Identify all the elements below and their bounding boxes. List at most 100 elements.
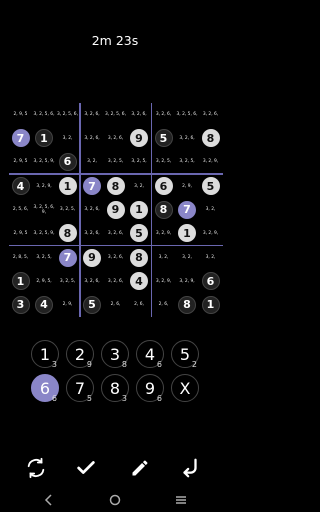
board-cell[interactable]: 3, 2, 5, 9,	[33, 222, 56, 245]
board-cell[interactable]: 8	[176, 293, 199, 316]
board-cell[interactable]: 6	[152, 175, 175, 198]
board-cell[interactable]: 5	[199, 175, 222, 198]
board-cell[interactable]: 3, 2, 5,	[33, 246, 56, 269]
board-cell[interactable]: 2, 9,	[56, 293, 79, 316]
sudoku-board[interactable]: 2, 9, 5 3, 2, 5, 6, 3, 2, 5, 6, 3, 2, 6, 3, …	[9, 103, 223, 317]
board-cell[interactable]: 1	[9, 270, 32, 293]
board-cell[interactable]: 3, 2,	[81, 150, 104, 173]
board-cell[interactable]: 3, 2,	[199, 246, 222, 269]
board-cell[interactable]: 3, 2,	[128, 175, 151, 198]
erase-key[interactable]: X	[171, 374, 199, 402]
board-cell[interactable]: 7	[9, 127, 32, 150]
board-cell[interactable]: 5	[128, 222, 151, 245]
board-cell[interactable]: 9	[104, 198, 127, 221]
home-nav-button[interactable]	[107, 492, 123, 508]
board-cell[interactable]: 3, 2, 9,	[199, 222, 222, 245]
board-cell[interactable]: 3, 2, 6,	[104, 127, 127, 150]
board-cell[interactable]: 3, 2, 6,	[81, 270, 104, 293]
board-cell[interactable]: 8	[56, 222, 79, 245]
board-cell[interactable]: 3, 2, 5,	[128, 150, 151, 173]
board-cell[interactable]: 3, 2,	[176, 246, 199, 269]
board-cell[interactable]: 3, 2, 6,	[104, 222, 127, 245]
board-cell[interactable]: 3, 2, 6,	[104, 246, 127, 269]
board-cell[interactable]: 3, 2, 6,	[128, 103, 151, 126]
board-cell[interactable]: 3, 2, 6,	[176, 127, 199, 150]
recents-nav-button[interactable]	[173, 492, 189, 508]
key-label: 8	[109, 378, 121, 398]
board-cell[interactable]: 8	[128, 246, 151, 269]
board-cell[interactable]: 6	[56, 150, 79, 173]
rotate-button[interactable]	[24, 456, 48, 480]
board-cell[interactable]: 3, 2, 6,	[81, 103, 104, 126]
board-cell[interactable]: 1	[33, 127, 56, 150]
number-key-2[interactable]: 29	[66, 340, 94, 369]
board-cell[interactable]: 3, 2, 5, 6,	[104, 103, 127, 126]
board-cell[interactable]: 9	[128, 127, 151, 150]
board-cell[interactable]: 3, 2, 6,	[81, 127, 104, 150]
board-cell[interactable]: 1	[128, 198, 151, 221]
board-cell[interactable]: 7	[176, 198, 199, 221]
board-cell[interactable]: 3, 2, 9,	[199, 150, 222, 173]
board-cell[interactable]: 7	[56, 246, 79, 269]
board-cell[interactable]: 8	[104, 175, 127, 198]
board-cell[interactable]: 2, 9, 5	[9, 103, 32, 126]
board-cell[interactable]: 2, 6,	[104, 293, 127, 316]
check-button[interactable]	[74, 456, 98, 480]
board-cell[interactable]: 3, 2, 5, 6, 9,	[33, 198, 56, 221]
board-cell[interactable]: 3, 2, 9,	[176, 270, 199, 293]
board-cell[interactable]: 3, 2, 5, 9,	[33, 150, 56, 173]
board-cell[interactable]: 3, 2, 9,	[152, 270, 175, 293]
board-cell[interactable]: 2, 6,	[128, 293, 151, 316]
board-cell[interactable]: 2, 9, 5	[9, 150, 32, 173]
board-cell[interactable]: 3, 2, 6,	[152, 103, 175, 126]
board-cell[interactable]: 3, 2, 6,	[199, 103, 222, 126]
board-cell[interactable]: 3, 2, 9,	[33, 175, 56, 198]
number-key-4[interactable]: 46	[136, 340, 164, 369]
number-key-3[interactable]: 38	[101, 340, 129, 369]
board-cell[interactable]: 3, 2,	[199, 198, 222, 221]
board-cell[interactable]: 2, 6,	[152, 293, 175, 316]
board-cell[interactable]: 3, 2, 5, 6,	[33, 103, 56, 126]
board-cell[interactable]: 3, 2, 5,	[152, 150, 175, 173]
board-cell[interactable]: 3, 2, 6,	[104, 270, 127, 293]
board-cell[interactable]: 5	[81, 293, 104, 316]
board-cell[interactable]: 4	[33, 293, 56, 316]
board-cell[interactable]: 3, 2, 5, 6,	[176, 103, 199, 126]
board-cell[interactable]: 3, 2, 6,	[81, 222, 104, 245]
board-cell[interactable]: 6	[199, 270, 222, 293]
board-cell[interactable]: 3, 2, 5, 6,	[56, 103, 79, 126]
undo-button[interactable]	[178, 456, 202, 480]
board-cell[interactable]: 1	[199, 293, 222, 316]
board-cell[interactable]: 2, 5, 6,	[9, 198, 32, 221]
board-cell[interactable]: 3, 2, 5,	[104, 150, 127, 173]
board-cell[interactable]: 9	[81, 246, 104, 269]
board-cell[interactable]: 7	[81, 175, 104, 198]
board-cell[interactable]: 2, 9,	[176, 175, 199, 198]
board-cell[interactable]: 5	[152, 127, 175, 150]
board-cell[interactable]: 3, 2, 5,	[56, 198, 79, 221]
number-key-8[interactable]: 83	[101, 374, 129, 403]
board-cell[interactable]: 3, 2,	[152, 246, 175, 269]
board-cell[interactable]: 1	[56, 175, 79, 198]
board-cell[interactable]: 8	[152, 198, 175, 221]
number-key-1[interactable]: 13	[31, 340, 59, 369]
board-cell[interactable]: 4	[9, 175, 32, 198]
number-key-5[interactable]: 52	[171, 340, 199, 369]
board-cell[interactable]: 3, 2,	[56, 127, 79, 150]
number-key-7[interactable]: 75	[66, 374, 94, 403]
board-cell[interactable]: 2, 8, 5,	[9, 246, 32, 269]
board-cell[interactable]: 8	[199, 127, 222, 150]
board-cell[interactable]: 3, 2, 5,	[176, 150, 199, 173]
back-nav-button[interactable]	[41, 492, 57, 508]
board-cell[interactable]: 3, 2, 9,	[152, 222, 175, 245]
board-cell[interactable]: 1	[176, 222, 199, 245]
pencil-button[interactable]	[128, 456, 152, 480]
number-key-6[interactable]: 66	[31, 374, 59, 403]
board-cell[interactable]: 3, 2, 5,	[56, 270, 79, 293]
board-cell[interactable]: 3, 2, 6,	[81, 198, 104, 221]
board-cell[interactable]: 2, 9, 5	[9, 222, 32, 245]
board-cell[interactable]: 4	[128, 270, 151, 293]
board-cell[interactable]: 3	[9, 293, 32, 316]
number-key-9[interactable]: 96	[136, 374, 164, 403]
board-cell[interactable]: 2, 9, 5,	[33, 270, 56, 293]
